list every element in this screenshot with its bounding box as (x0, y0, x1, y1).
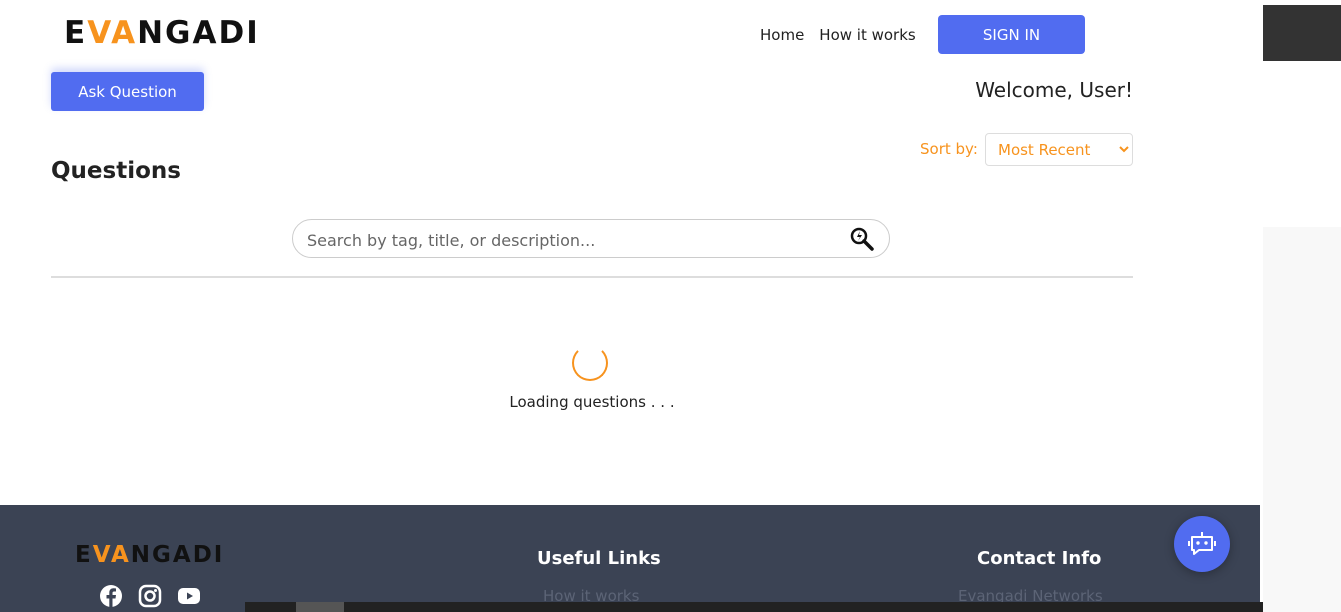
loading-spinner (572, 345, 608, 381)
footer: EVANGADI Useful Links How it works Conta… (0, 505, 1260, 612)
search-icon[interactable] (849, 226, 875, 252)
side-panel-light (1263, 227, 1341, 612)
instagram-icon[interactable] (138, 584, 162, 608)
welcome-message: Welcome, User! (975, 78, 1133, 102)
chatbot-icon (1188, 532, 1216, 555)
nav-home[interactable]: Home (760, 26, 804, 44)
divider (51, 276, 1133, 278)
side-panel-dark (1263, 5, 1341, 61)
sort-label: Sort by: (920, 140, 978, 158)
bottom-bar-segment (296, 602, 344, 612)
search-input[interactable] (305, 226, 829, 254)
bottom-bar (245, 602, 1263, 612)
chatbot-button[interactable] (1174, 516, 1230, 572)
footer-logo[interactable]: EVANGADI (75, 542, 224, 568)
contact-info-heading: Contact Info (977, 548, 1102, 569)
useful-links-heading: Useful Links (537, 548, 661, 569)
facebook-icon[interactable] (99, 584, 123, 608)
evangadi-logo[interactable]: EVANGADI (64, 15, 260, 51)
loading-text: Loading questions . . . (509, 393, 675, 411)
youtube-icon[interactable] (177, 584, 201, 608)
sign-in-button[interactable]: SIGN IN (938, 15, 1085, 54)
sort-select[interactable]: Most Recent (985, 133, 1133, 166)
top-nav: Home How it works (760, 15, 931, 54)
page-title: Questions (51, 158, 181, 184)
nav-how-it-works[interactable]: How it works (819, 26, 915, 44)
search-bar (292, 219, 890, 258)
social-links (99, 584, 201, 608)
ask-question-button[interactable]: Ask Question (51, 72, 204, 111)
